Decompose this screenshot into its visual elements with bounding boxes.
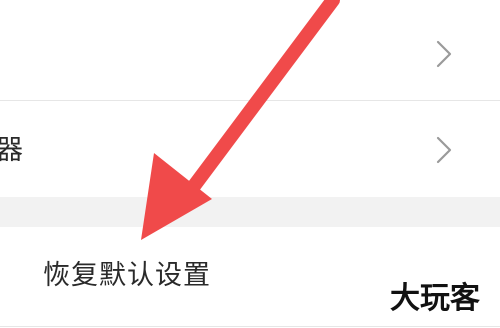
chevron-right-icon: [436, 40, 452, 68]
reset-default-settings-label: 恢复默认设置: [43, 260, 211, 291]
section-gap: [0, 197, 500, 227]
settings-row-middle[interactable]: [0, 101, 500, 197]
row-divider-bottom: [0, 326, 500, 327]
chevron-right-icon: [436, 136, 452, 164]
settings-row-top[interactable]: [0, 0, 500, 100]
site-watermark: 大玩客: [390, 281, 480, 316]
settings-row-middle-label: 器: [0, 135, 23, 166]
settings-list: 器 恢复默认设置: [0, 0, 500, 328]
